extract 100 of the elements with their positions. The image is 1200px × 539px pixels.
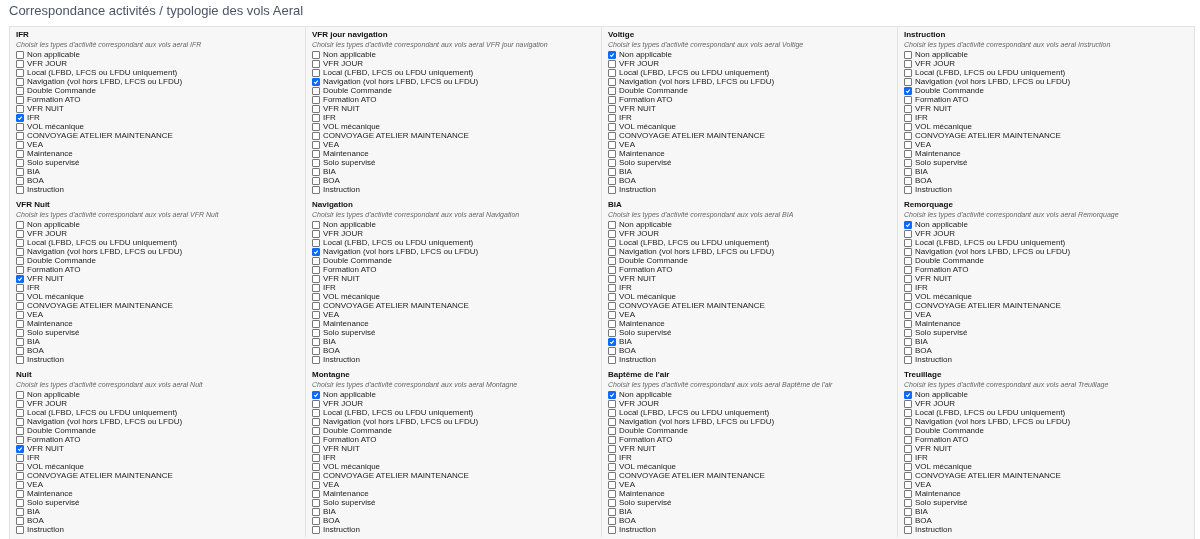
option-label[interactable]: Maintenance	[27, 489, 73, 498]
checkbox[interactable]	[312, 292, 320, 301]
option-label[interactable]: Formation ATO	[27, 265, 81, 274]
option-label[interactable]: VFR JOUR	[915, 229, 955, 238]
option-label[interactable]: Maintenance	[619, 319, 665, 328]
checkbox[interactable]	[312, 283, 320, 292]
checkbox[interactable]	[904, 158, 912, 167]
checkbox[interactable]	[608, 122, 616, 131]
option-label[interactable]: Navigation (vol hors LFBD, LFCS ou LFDU)	[915, 77, 1071, 86]
checkbox[interactable]	[16, 453, 24, 462]
option-label[interactable]: Double Commande	[27, 426, 96, 435]
option-label[interactable]: BOA	[915, 176, 932, 185]
option-label[interactable]: CONVOYAGE ATELIER MAINTENANCE	[915, 131, 1061, 140]
checkbox[interactable]	[904, 399, 912, 408]
option-label[interactable]: Navigation (vol hors LFBD, LFCS ou LFDU)	[619, 247, 775, 256]
checkbox[interactable]	[312, 158, 320, 167]
option-label[interactable]: VFR JOUR	[619, 399, 659, 408]
option-label[interactable]: IFR	[323, 283, 336, 292]
checkbox[interactable]	[312, 50, 320, 59]
option-label[interactable]: BOA	[619, 346, 636, 355]
option-label[interactable]: VFR NUIT	[915, 104, 952, 113]
checkbox[interactable]	[608, 185, 616, 194]
option-label[interactable]: BOA	[27, 346, 44, 355]
option-label[interactable]: Navigation (vol hors LFBD, LFCS ou LFDU)	[27, 247, 183, 256]
option-label[interactable]: Double Commande	[323, 86, 392, 95]
checkbox[interactable]	[312, 229, 320, 238]
checkbox[interactable]	[608, 77, 616, 86]
option-label[interactable]: VEA	[619, 140, 635, 149]
checkbox[interactable]	[312, 113, 320, 122]
checkbox[interactable]	[904, 59, 912, 68]
checkbox[interactable]	[904, 346, 912, 355]
option-label[interactable]: Maintenance	[27, 149, 73, 158]
checkbox[interactable]	[904, 292, 912, 301]
option-label[interactable]: IFR	[27, 113, 40, 122]
checkbox[interactable]	[16, 408, 24, 417]
option-label[interactable]: BOA	[27, 516, 44, 525]
option-label[interactable]: Non applicable	[619, 390, 672, 399]
checkbox[interactable]	[608, 525, 616, 534]
checkbox[interactable]	[608, 167, 616, 176]
checkbox[interactable]	[16, 158, 24, 167]
checkbox[interactable]	[312, 408, 320, 417]
checkbox[interactable]	[904, 498, 912, 507]
option-label[interactable]: IFR	[323, 113, 336, 122]
checkbox[interactable]	[16, 238, 24, 247]
option-label[interactable]: Non applicable	[27, 220, 80, 229]
option-label[interactable]: Solo supervisé	[619, 328, 672, 337]
checkbox[interactable]	[608, 229, 616, 238]
option-label[interactable]: VOL mécanique	[323, 122, 381, 131]
checkbox[interactable]	[608, 131, 616, 140]
option-label[interactable]: Navigation (vol hors LFBD, LFCS ou LFDU)	[619, 417, 775, 426]
option-label[interactable]: Double Commande	[27, 86, 96, 95]
checkbox[interactable]	[16, 86, 24, 95]
option-label[interactable]: VFR JOUR	[915, 399, 955, 408]
checkbox[interactable]	[16, 444, 24, 453]
option-label[interactable]: BIA	[915, 507, 928, 516]
checkbox[interactable]	[904, 131, 912, 140]
checkbox[interactable]	[16, 399, 24, 408]
checkbox[interactable]	[608, 104, 616, 113]
checkbox[interactable]	[16, 113, 24, 122]
checkbox[interactable]	[904, 104, 912, 113]
option-label[interactable]: VOL mécanique	[619, 122, 677, 131]
checkbox[interactable]	[608, 265, 616, 274]
checkbox[interactable]	[904, 408, 912, 417]
option-label[interactable]: BOA	[915, 516, 932, 525]
option-label[interactable]: Non applicable	[27, 50, 80, 59]
option-label[interactable]: Non applicable	[27, 390, 80, 399]
option-label[interactable]: Solo supervisé	[27, 158, 80, 167]
checkbox[interactable]	[16, 328, 24, 337]
checkbox[interactable]	[608, 480, 616, 489]
option-label[interactable]: Maintenance	[323, 489, 369, 498]
option-label[interactable]: BIA	[27, 507, 40, 516]
checkbox[interactable]	[16, 310, 24, 319]
option-label[interactable]: Instruction	[27, 525, 64, 534]
checkbox[interactable]	[312, 149, 320, 158]
option-label[interactable]: VFR NUIT	[323, 444, 360, 453]
option-label[interactable]: Local (LFBD, LFCS ou LFDU uniquement)	[915, 408, 1066, 417]
checkbox[interactable]	[904, 122, 912, 131]
option-label[interactable]: VFR NUIT	[915, 274, 952, 283]
checkbox[interactable]	[16, 390, 24, 399]
checkbox[interactable]	[16, 525, 24, 534]
option-label[interactable]: Solo supervisé	[915, 498, 968, 507]
checkbox[interactable]	[608, 444, 616, 453]
option-label[interactable]: VFR JOUR	[323, 59, 363, 68]
checkbox[interactable]	[312, 220, 320, 229]
checkbox[interactable]	[312, 140, 320, 149]
option-label[interactable]: BIA	[323, 507, 336, 516]
checkbox[interactable]	[312, 301, 320, 310]
checkbox[interactable]	[608, 149, 616, 158]
checkbox[interactable]	[608, 113, 616, 122]
option-label[interactable]: Maintenance	[323, 149, 369, 158]
checkbox[interactable]	[312, 328, 320, 337]
checkbox[interactable]	[312, 176, 320, 185]
checkbox[interactable]	[16, 59, 24, 68]
option-label[interactable]: Navigation (vol hors LFBD, LFCS ou LFDU)	[323, 247, 479, 256]
option-label[interactable]: CONVOYAGE ATELIER MAINTENANCE	[915, 471, 1061, 480]
checkbox[interactable]	[904, 426, 912, 435]
checkbox[interactable]	[312, 337, 320, 346]
checkbox[interactable]	[312, 310, 320, 319]
checkbox[interactable]	[16, 122, 24, 131]
option-label[interactable]: Non applicable	[323, 50, 376, 59]
